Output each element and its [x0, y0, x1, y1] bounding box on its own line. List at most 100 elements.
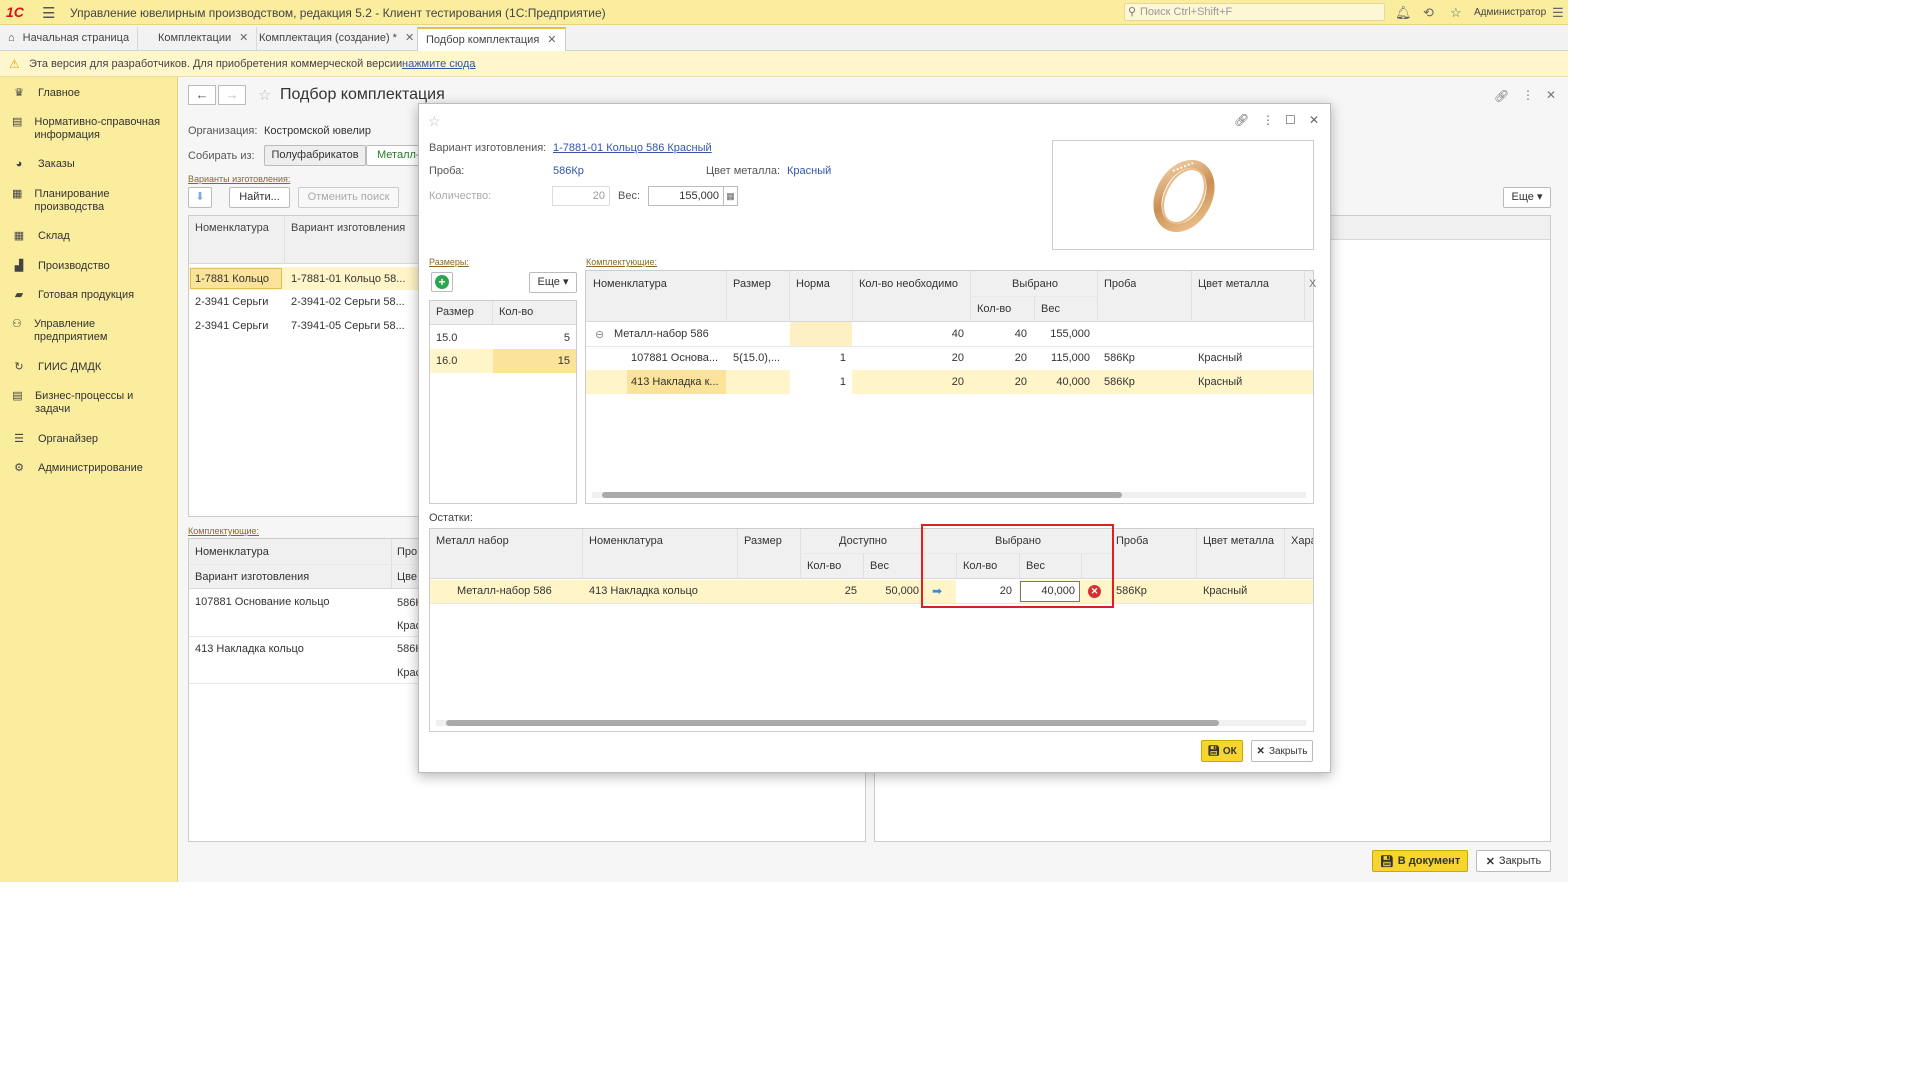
- more-vertical-icon[interactable]: ⋮: [1522, 88, 1534, 102]
- close-icon[interactable]: ✕: [239, 27, 248, 50]
- more-menu-icon[interactable]: ☰: [1552, 5, 1564, 21]
- qty-field[interactable]: 20: [552, 186, 610, 206]
- ok-button[interactable]: 💾︎ ОК: [1201, 740, 1243, 762]
- column-header[interactable]: Номенклатура: [195, 546, 269, 558]
- component-name[interactable]: 107881 Основание кольцо: [195, 596, 330, 608]
- add-size-button[interactable]: +: [431, 272, 453, 292]
- rem-set[interactable]: Металл-набор 586: [457, 585, 552, 597]
- variant-name[interactable]: 7-3941-05 Серьги 58...: [291, 320, 405, 332]
- sidebar-item-organizer[interactable]: ☰ Органайзер: [12, 433, 172, 446]
- sidebar-item-warehouse[interactable]: ▦ Склад: [12, 230, 172, 243]
- comp-name[interactable]: 413 Накладка к...: [631, 376, 721, 388]
- column-header[interactable]: Металл набор: [436, 535, 509, 547]
- tab-completions[interactable]: Комплектации ✕: [150, 27, 258, 50]
- dev-banner-link[interactable]: нажмите сюда: [402, 58, 475, 70]
- link-icon[interactable]: 🔗︎: [1494, 89, 1509, 103]
- variant-nom[interactable]: 2-3941 Серьги: [195, 296, 268, 308]
- column-subheader[interactable]: Цве: [397, 571, 417, 583]
- tab-completion-create[interactable]: Комплектация (создание) * ✕: [251, 27, 424, 50]
- sidebar-item-orders[interactable]: ◕ Заказы: [12, 158, 172, 171]
- comp-name[interactable]: 107881 Основа...: [631, 352, 721, 364]
- column-header[interactable]: Проба: [1116, 535, 1148, 547]
- close-button[interactable]: ✕ Закрыть: [1476, 850, 1551, 872]
- more-vertical-icon[interactable]: ⋮: [1262, 113, 1274, 127]
- user-name[interactable]: Администратор: [1474, 7, 1546, 18]
- star-icon[interactable]: ☆: [1450, 5, 1462, 21]
- column-header[interactable]: Вариант изготовления: [291, 222, 405, 234]
- sidebar-item-main[interactable]: ♛ Главное: [12, 87, 172, 100]
- find-button[interactable]: Найти...: [229, 187, 290, 208]
- close-icon[interactable]: ✕: [1546, 88, 1556, 102]
- collect-semi-button[interactable]: Полуфабрикатов: [264, 145, 366, 166]
- cancel-search-button[interactable]: Отменить поиск: [298, 187, 399, 208]
- sidebar-item-management[interactable]: ⚇ Управление предприятием: [12, 318, 132, 344]
- components-link[interactable]: Комплектующие:: [188, 526, 259, 536]
- favorite-star-icon[interactable]: ☆: [428, 113, 441, 130]
- column-header[interactable]: Доступно: [839, 535, 887, 547]
- scrollbar-thumb[interactable]: [446, 720, 1219, 726]
- sidebar-item-reference[interactable]: ▤ Нормативно-справочная информация: [12, 116, 172, 142]
- tab-selection[interactable]: Подбор комплектация ✕: [417, 27, 566, 51]
- sizes-link[interactable]: Размеры:: [429, 257, 469, 267]
- close-icon[interactable]: ✕: [405, 27, 414, 50]
- column-header[interactable]: Хара: [1291, 535, 1313, 547]
- column-header[interactable]: Размер: [436, 306, 474, 318]
- column-header[interactable]: Размер: [744, 535, 782, 547]
- size-value[interactable]: 16.0: [436, 355, 457, 367]
- component-name[interactable]: 413 Накладка кольцо: [195, 643, 304, 655]
- sidebar-item-finished[interactable]: ▰ Готовая продукция: [12, 289, 172, 302]
- column-header[interactable]: Номенклатура: [593, 278, 667, 290]
- app-logo[interactable]: 1С: [6, 4, 24, 20]
- tab-home[interactable]: ⌂ Начальная страница: [0, 27, 139, 50]
- size-qty[interactable]: 15: [499, 355, 570, 367]
- column-header[interactable]: Кол-во: [499, 306, 533, 318]
- comp-link[interactable]: Комплектующие:: [586, 257, 657, 267]
- scrollbar-thumb[interactable]: [602, 492, 1122, 498]
- column-header[interactable]: Проба: [1104, 278, 1136, 290]
- dialog-close-button[interactable]: ✕ Закрыть: [1251, 740, 1313, 762]
- variant-link[interactable]: 1-7881-01 Кольцо 586 Красный: [553, 142, 712, 154]
- column-header[interactable]: Номенклатура: [589, 535, 663, 547]
- horizontal-scrollbar[interactable]: [592, 492, 1306, 498]
- favorite-star-icon[interactable]: ☆: [258, 86, 271, 104]
- comp-name[interactable]: Металл-набор 586: [614, 328, 709, 340]
- to-document-button[interactable]: 💾︎ В документ: [1372, 850, 1468, 872]
- column-header[interactable]: Номенклатура: [195, 222, 269, 234]
- column-header[interactable]: Кол-во необходимо: [859, 278, 958, 290]
- forward-button[interactable]: →: [218, 85, 246, 105]
- size-qty[interactable]: 5: [499, 332, 570, 344]
- column-header[interactable]: Норма: [796, 278, 830, 290]
- weight-field[interactable]: 155,000: [648, 186, 724, 206]
- more-button[interactable]: Еще ▾: [1503, 187, 1551, 208]
- collapse-icon[interactable]: ⊖: [595, 328, 604, 341]
- calculator-icon[interactable]: ▦: [724, 186, 738, 206]
- column-header[interactable]: Цвет металла: [1198, 278, 1269, 290]
- column-subheader[interactable]: Вес: [1041, 303, 1060, 315]
- history-icon[interactable]: ⟲: [1423, 5, 1434, 21]
- column-subheader[interactable]: Вариант изготовления: [195, 571, 309, 583]
- rem-name[interactable]: 413 Накладка кольцо: [589, 585, 698, 597]
- size-value[interactable]: 15.0: [436, 332, 457, 344]
- sizes-more-button[interactable]: Еще ▾: [529, 272, 577, 293]
- variant-name[interactable]: 2-3941-02 Серьги 58...: [291, 296, 405, 308]
- proba-value[interactable]: 586Кр: [553, 165, 584, 177]
- collect-metal-button[interactable]: Металл-: [366, 145, 420, 166]
- bell-icon[interactable]: 🔔︎: [1395, 5, 1412, 21]
- sizes-grid[interactable]: [429, 300, 577, 504]
- back-button[interactable]: ←: [188, 85, 216, 105]
- sidebar-item-admin[interactable]: ⚙ Администрирование: [12, 462, 172, 475]
- sidebar-item-giis[interactable]: ↻ ГИИС ДМДК: [12, 361, 172, 374]
- column-subheader[interactable]: Вес: [870, 560, 889, 572]
- column-header[interactable]: Цвет металла: [1203, 535, 1274, 547]
- link-icon[interactable]: 🔗︎: [1234, 113, 1249, 127]
- main-menu-icon[interactable]: ☰: [42, 4, 55, 22]
- column-header[interactable]: Выбрано: [1012, 278, 1058, 290]
- sidebar-item-bp[interactable]: ▤ Бизнес-процессы и задачи: [12, 390, 142, 416]
- maximize-icon[interactable]: ☐: [1285, 113, 1296, 127]
- horizontal-scrollbar[interactable]: [436, 720, 1306, 726]
- arrow-down-icon[interactable]: ⬇: [188, 187, 212, 208]
- metal-color-value[interactable]: Красный: [787, 165, 831, 177]
- close-icon[interactable]: ✕: [1309, 113, 1319, 127]
- column-subheader[interactable]: Кол-во: [977, 303, 1011, 315]
- column-header[interactable]: Размер: [733, 278, 771, 290]
